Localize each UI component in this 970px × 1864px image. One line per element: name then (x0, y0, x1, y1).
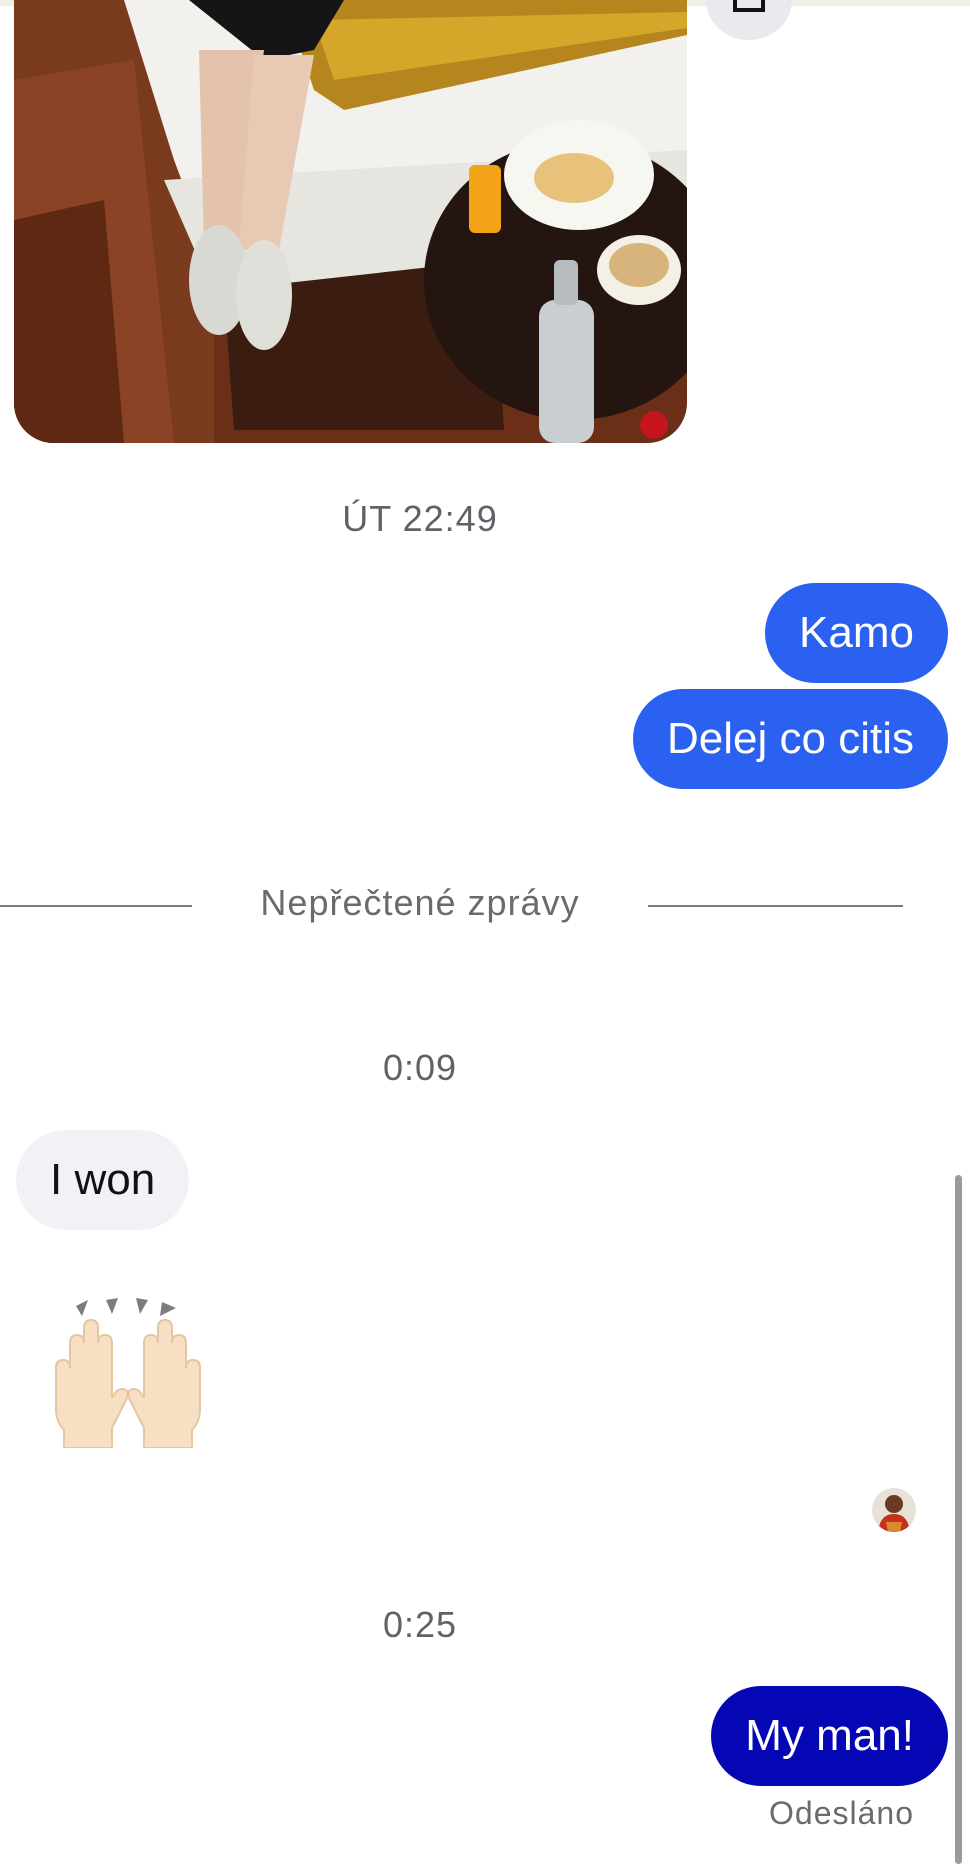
timestamp: ÚT 22:49 (342, 498, 498, 539)
message-bubble-incoming[interactable]: I won (16, 1130, 190, 1230)
shared-photo[interactable] (14, 0, 687, 443)
unread-divider-label: Nepřečtené zprávy (260, 882, 580, 923)
photo-image (14, 0, 687, 443)
avatar-image (872, 1488, 916, 1532)
message-bubble-outgoing-latest[interactable]: My man! (711, 1686, 948, 1786)
read-receipt-avatar[interactable] (872, 1488, 916, 1532)
scrollbar[interactable] (955, 1175, 962, 1864)
share-button[interactable] (706, 0, 792, 40)
divider-line-left (0, 905, 192, 907)
message-bubble-outgoing[interactable]: Kamo (765, 583, 948, 683)
delivery-status: Odesláno (769, 1795, 914, 1831)
message-bubble-outgoing[interactable]: Delej co citis (633, 689, 948, 789)
timestamp: 0:25 (382, 1604, 458, 1645)
divider-line-right (648, 905, 903, 907)
timestamp: 0:09 (382, 1047, 458, 1088)
share-icon (733, 0, 765, 12)
raising-hands-emoji[interactable] (48, 1298, 208, 1449)
chat-screen: ÚT 22:49 Kamo Delej co citis Nepřečtené … (0, 0, 970, 1864)
